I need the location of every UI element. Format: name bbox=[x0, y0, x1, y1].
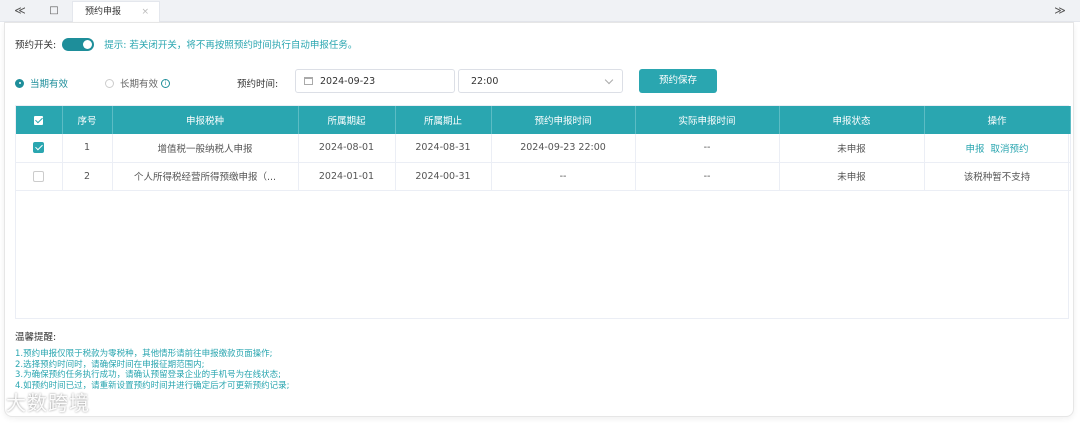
cell-status: 未申报 bbox=[779, 134, 925, 163]
cancel-appointment-link[interactable]: 取消预约 bbox=[991, 144, 1029, 155]
note-item: 1.预约申报仅限于税款为零税种，其他情形请前往申报缴款页面操作; bbox=[15, 349, 273, 359]
radio-current-period[interactable]: 当期有效 bbox=[15, 76, 68, 90]
tab-appointment-declare[interactable]: 预约申报 × bbox=[72, 1, 160, 22]
table-row: 1 增值税一般纳税人申报 2024-08-01 2024-08-31 2024-… bbox=[16, 134, 1071, 163]
cell-tax: 个人所得税经营所得预缴申报（... bbox=[112, 162, 299, 191]
scroll-left-button[interactable]: ≪ bbox=[10, 0, 30, 22]
time-select[interactable]: 22:00 bbox=[458, 69, 623, 93]
select-all-checkbox[interactable] bbox=[33, 114, 45, 126]
chevron-down-icon bbox=[604, 75, 614, 85]
home-tab-icon[interactable]: □ bbox=[44, 0, 64, 22]
column-header: 所属期止 bbox=[395, 106, 492, 134]
tab-close-icon[interactable]: × bbox=[141, 2, 149, 22]
cell-tax: 增值税一般纳税人申报 bbox=[112, 134, 299, 163]
toggle-label: 预约开关: bbox=[15, 40, 57, 51]
cell-scheduled: -- bbox=[491, 162, 636, 191]
note-item: 2.选择预约时间时，请确保时间在申报征期范围内; bbox=[15, 359, 205, 370]
cell-no: 1 bbox=[62, 134, 113, 163]
radio-label: 当期有效 bbox=[30, 79, 69, 90]
row-checkbox[interactable] bbox=[33, 170, 45, 182]
toggle-row: 预约开关: 提示: 若关闭开关，将不再按照预约时间执行自动申报任务。 bbox=[15, 37, 357, 51]
cell-end: 2024-00-31 bbox=[395, 162, 492, 191]
header-select-all[interactable] bbox=[16, 106, 63, 134]
row-select-cell[interactable] bbox=[16, 134, 63, 163]
tab-bar: ≪ □ 预约申报 × ≫ bbox=[0, 0, 1080, 22]
note-item: 4.如预约时间已过，请重新设置预约时间并进行确定后才可更新预约记录; bbox=[15, 380, 290, 391]
cell-no: 2 bbox=[62, 162, 113, 191]
cell-start: 2024-01-01 bbox=[298, 162, 396, 191]
cell-actual: -- bbox=[635, 162, 780, 191]
date-picker[interactable]: 2024-09-23 bbox=[295, 69, 455, 93]
radio-dot bbox=[105, 78, 114, 88]
calendar-icon bbox=[304, 77, 313, 85]
radio-long-term[interactable]: 长期有效 i bbox=[105, 76, 171, 90]
cell-action-text: 该税种暂不支持 bbox=[924, 162, 1071, 191]
column-header: 预约申报时间 bbox=[491, 106, 636, 134]
cell-status: 未申报 bbox=[779, 162, 925, 191]
notes-title: 温馨提醒: bbox=[15, 332, 57, 343]
column-header: 所属期起 bbox=[298, 106, 396, 134]
date-value: 2024-09-23 bbox=[320, 75, 376, 87]
cell-scheduled: 2024-09-23 22:00 bbox=[491, 134, 636, 163]
row-select-cell[interactable] bbox=[16, 162, 63, 191]
cell-end: 2024-08-31 bbox=[395, 134, 492, 163]
column-header: 实际申报时间 bbox=[635, 106, 780, 134]
cell-start: 2024-08-01 bbox=[298, 134, 396, 163]
tab-label: 预约申报 bbox=[85, 7, 122, 17]
radio-dot bbox=[15, 78, 24, 88]
scroll-right-button[interactable]: ≫ bbox=[1050, 0, 1070, 22]
appointment-table: 序号 申报税种 所属期起 所属期止 预约申报时间 实际申报时间 申报状态 操作 … bbox=[15, 105, 1071, 319]
save-appointment-button[interactable]: 预约保存 bbox=[639, 69, 717, 93]
schedule-label: 预约时间: bbox=[237, 79, 279, 90]
main-panel: 预约开关: 提示: 若关闭开关，将不再按照预约时间执行自动申报任务。 当期有效 … bbox=[4, 22, 1074, 417]
note-item: 3.为确保预约任务执行成功，请确认预留登录企业的手机号为在线状态; bbox=[15, 370, 281, 380]
column-header: 序号 bbox=[62, 106, 113, 134]
cell-actions: 申报 取消预约 bbox=[924, 134, 1071, 163]
radio-label: 长期有效 bbox=[120, 79, 159, 90]
column-header: 申报税种 bbox=[112, 106, 299, 134]
appointment-switch[interactable] bbox=[62, 37, 95, 51]
row-checkbox[interactable] bbox=[33, 142, 45, 154]
watermark-logo: 大数跨境 bbox=[6, 391, 90, 415]
column-header: 申报状态 bbox=[779, 106, 925, 134]
reminder-notes: 温馨提醒: 1.预约申报仅限于税款为零税种，其他情形请前往申报缴款页面操作; 2… bbox=[15, 329, 715, 391]
info-icon[interactable]: i bbox=[161, 78, 171, 88]
schedule-row: 当期有效 长期有效 i 预约时间: 2024-09-23 22:00 预约保存 bbox=[15, 69, 735, 93]
cell-actual: -- bbox=[635, 134, 780, 163]
table-row: 2 个人所得税经营所得预缴申报（... 2024-01-01 2024-00-3… bbox=[16, 162, 1071, 191]
declare-link[interactable]: 申报 bbox=[965, 144, 984, 155]
column-header: 操作 bbox=[924, 106, 1071, 134]
toggle-tip: 提示: 若关闭开关，将不再按照预约时间执行自动申报任务。 bbox=[104, 40, 358, 51]
time-value: 22:00 bbox=[471, 75, 499, 87]
table-header-row: 序号 申报税种 所属期起 所属期止 预约申报时间 实际申报时间 申报状态 操作 bbox=[16, 106, 1071, 134]
